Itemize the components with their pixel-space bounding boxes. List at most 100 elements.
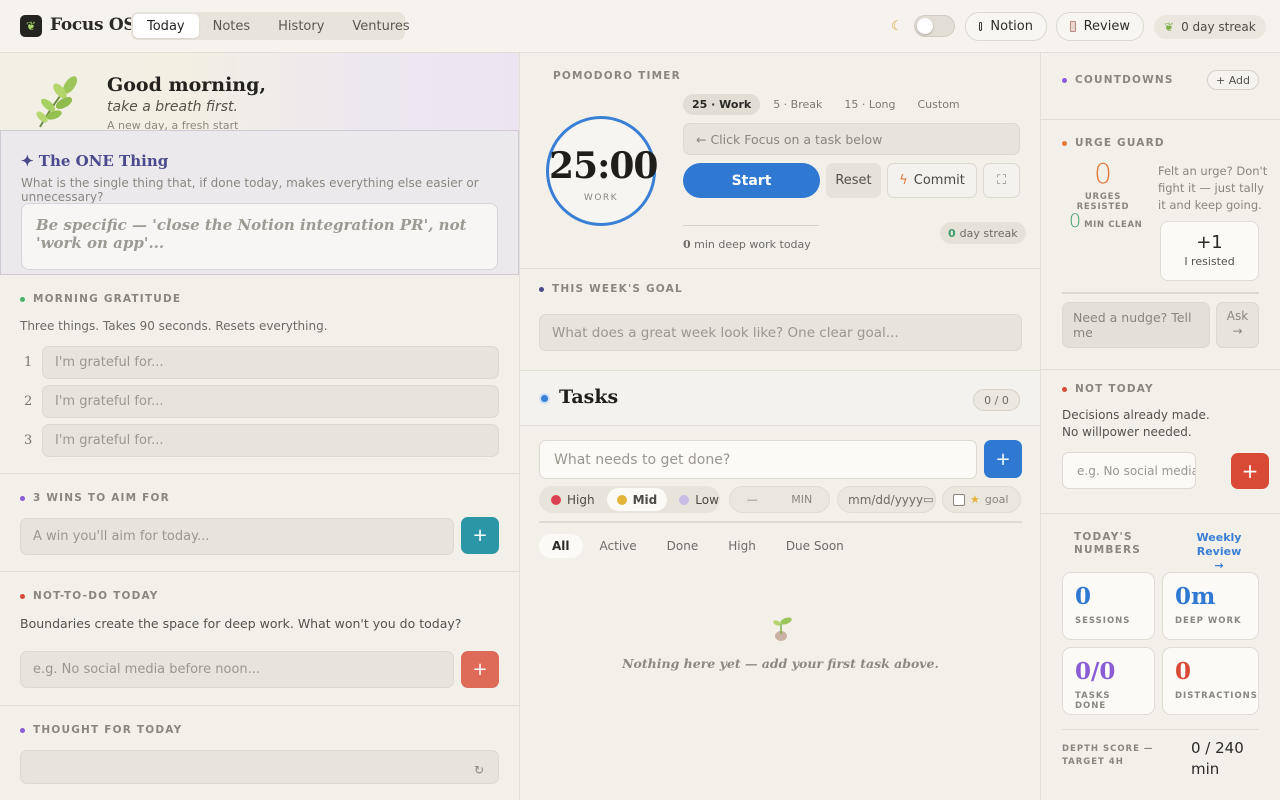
review-label: Review xyxy=(1083,19,1130,34)
checkbox[interactable] xyxy=(953,493,965,506)
gratitude-input-3[interactable]: I'm grateful for... xyxy=(42,424,499,457)
stat-value: 0/0 xyxy=(1075,658,1116,685)
week-goal-input[interactable]: What does a great week look like? One cl… xyxy=(539,314,1022,351)
priority-mid[interactable]: Mid xyxy=(606,488,668,511)
commit-label: Commit xyxy=(913,173,965,188)
task-filters: All Active Done High Due Soon xyxy=(539,534,857,558)
urge-note: Felt an urge? Don't fight it — just tall… xyxy=(1158,164,1268,212)
mode-work[interactable]: 25 · Work xyxy=(683,94,761,115)
priority-mid-label: Mid xyxy=(632,492,658,507)
stat-value: 0 xyxy=(1175,658,1192,685)
divider xyxy=(1062,729,1259,730)
tab-history[interactable]: History xyxy=(264,14,338,38)
notion-button[interactable]: Notion xyxy=(965,12,1047,41)
minutes-input[interactable]: — MIN xyxy=(729,486,830,513)
divider xyxy=(1041,513,1280,514)
start-button[interactable]: Start xyxy=(683,163,820,198)
one-thing-title: ✦ The ONE Thing xyxy=(21,152,169,170)
review-button[interactable]: Review xyxy=(1056,12,1144,41)
divider xyxy=(1062,292,1259,294)
gratitude-number: 2 xyxy=(24,394,33,409)
filter-high[interactable]: High xyxy=(715,534,769,558)
goal-checkbox[interactable]: ★ goal xyxy=(942,486,1021,513)
resisted-button[interactable]: +1 I resisted xyxy=(1160,221,1259,281)
tasks-count: 0 / 0 xyxy=(973,389,1020,411)
not-to-do-input[interactable]: e.g. No social media before noon... xyxy=(20,651,454,688)
thought-box xyxy=(20,750,499,784)
fullscreen-button[interactable]: ⛶ xyxy=(983,163,1020,198)
arrow-right-icon: → xyxy=(1214,559,1224,572)
add-countdown-button[interactable]: + Add xyxy=(1207,70,1259,90)
filter-due-soon[interactable]: Due Soon xyxy=(773,534,857,558)
countdowns-label-text: COUNTDOWNS xyxy=(1075,74,1174,86)
priority-high[interactable]: High xyxy=(541,488,605,511)
gratitude-label-text: MORNING GRATITUDE xyxy=(33,293,182,305)
tab-ventures[interactable]: Ventures xyxy=(338,14,423,38)
add-not-today-button[interactable]: + xyxy=(1231,453,1269,489)
nudge-input[interactable]: Need a nudge? Tell me xyxy=(1062,302,1210,348)
resist-text: I resisted xyxy=(1184,255,1235,268)
focus-task-hint: ← Click Focus on a task below xyxy=(683,123,1020,155)
mode-custom[interactable]: Custom xyxy=(909,94,969,115)
one-thing-description: What is the single thing that, if done t… xyxy=(21,176,479,204)
filter-done[interactable]: Done xyxy=(654,534,712,558)
due-date-input[interactable]: mm/dd/yyyy ▭ xyxy=(837,486,936,513)
urge-guard-label: URGE GUARD xyxy=(1062,137,1165,149)
resist-plus: +1 xyxy=(1196,232,1223,253)
reset-button[interactable]: Reset xyxy=(826,163,881,198)
tasks-title: Tasks xyxy=(559,386,619,408)
leaf-icon: ❦ xyxy=(1164,20,1175,34)
add-not-to-do-button[interactable]: + xyxy=(461,651,499,688)
clipboard-icon xyxy=(1070,21,1076,32)
date-placeholder: mm/dd/yyyy xyxy=(848,492,924,507)
dark-mode-toggle[interactable] xyxy=(914,15,955,37)
tab-notes[interactable]: Notes xyxy=(199,14,265,38)
commit-button[interactable]: ϟ Commit xyxy=(887,163,977,198)
gratitude-input-1[interactable]: I'm grateful for... xyxy=(42,346,499,379)
streak-label: 0 day streak xyxy=(1181,20,1256,34)
one-thing-card: ✦ The ONE Thing What is the single thing… xyxy=(0,130,519,275)
purple-dot-icon xyxy=(20,495,25,501)
notion-label: Notion xyxy=(990,19,1033,34)
divider xyxy=(520,268,1040,269)
pomodoro-streak-value: 0 xyxy=(948,226,956,240)
thought-label-text: THOUGHT FOR TODAY xyxy=(33,724,183,736)
mid-dot-icon xyxy=(616,494,627,505)
bolt-icon: ϟ xyxy=(899,173,908,188)
empty-tasks-message: Nothing here yet — add your first task a… xyxy=(622,656,939,671)
deep-work-label: min deep work today xyxy=(694,238,811,251)
filter-all[interactable]: All xyxy=(539,534,583,558)
urges-resisted-label: URGES RESISTED xyxy=(1076,192,1130,212)
wins-label: 3 WINS TO AIM FOR xyxy=(20,492,170,504)
stat-label: DEEP WORK xyxy=(1175,616,1242,626)
numbers-label-line1: TODAY'S xyxy=(1074,531,1133,543)
min-clean-label: MIN CLEAN xyxy=(1084,220,1143,230)
star-icon: ★ xyxy=(970,493,980,506)
depth-score-value: 0 / 240 min xyxy=(1191,739,1244,778)
divider xyxy=(0,705,519,706)
ask-button[interactable]: Ask → xyxy=(1216,302,1259,348)
deep-work-value: 0 xyxy=(683,238,691,251)
not-today-description: Decisions already made. No willpower nee… xyxy=(1062,408,1210,439)
gratitude-input-2[interactable]: I'm grateful for... xyxy=(42,385,499,418)
not-today-label: NOT TODAY xyxy=(1062,383,1154,395)
task-input[interactable]: What needs to get done? xyxy=(539,440,977,479)
mode-long[interactable]: 15 · Long xyxy=(835,94,904,115)
tab-today[interactable]: Today xyxy=(133,14,199,38)
weekly-review-link[interactable]: Weekly Review → xyxy=(1177,531,1261,573)
filter-active[interactable]: Active xyxy=(587,534,650,558)
one-thing-input[interactable]: Be specific — 'close the Notion integrat… xyxy=(21,203,498,270)
min-clean: 0 MIN CLEAN xyxy=(1069,210,1142,232)
priority-low[interactable]: Low xyxy=(669,488,729,511)
priority-selector: High Mid Low xyxy=(539,486,720,513)
stat-label: DISTRACTIONS xyxy=(1175,691,1258,701)
mode-break[interactable]: 5 · Break xyxy=(764,94,831,115)
top-bar: ❦ Focus OS Today Notes History Ventures … xyxy=(0,0,1280,53)
not-today-input[interactable]: e.g. No social media be xyxy=(1062,452,1196,489)
timer-display: 25:00 xyxy=(549,145,658,187)
not-to-do-label: NOT-TO-DO TODAY xyxy=(20,590,159,602)
add-task-button[interactable]: + xyxy=(984,440,1022,478)
add-win-button[interactable]: + xyxy=(461,517,499,554)
wins-input[interactable]: A win you'll aim for today... xyxy=(20,518,454,555)
refresh-icon[interactable]: ↻ xyxy=(474,763,484,777)
